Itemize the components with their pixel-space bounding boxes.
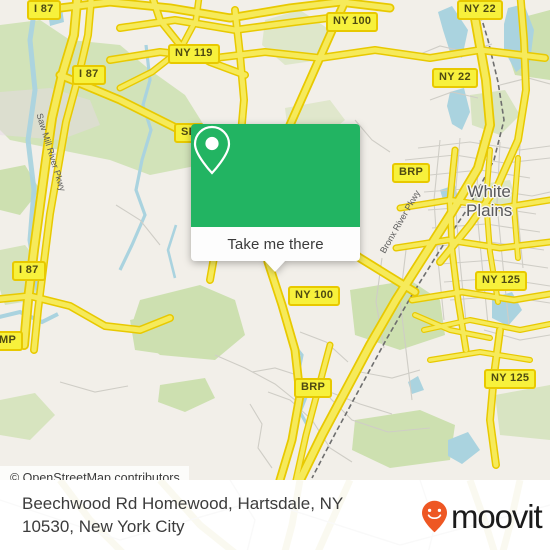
place-label-line2: Plains bbox=[466, 201, 513, 220]
road-shield-ny125-upper[interactable]: NY 125 bbox=[475, 271, 528, 291]
take-me-there-label: Take me there bbox=[227, 235, 324, 253]
road-shield-edge-left[interactable]: MP bbox=[0, 331, 24, 351]
address-text: Beechwood Rd Homewood, Hartsdale, NY 105… bbox=[22, 494, 343, 536]
moovit-logo[interactable]: moovit bbox=[421, 498, 543, 535]
map-pin-icon bbox=[193, 125, 231, 175]
map-canvas[interactable]: Bronx River Pkwy Saw Mill River Pkwy Whi… bbox=[0, 0, 550, 480]
moovit-pin-icon bbox=[422, 500, 447, 533]
place-label-white-plains: White Plains bbox=[466, 182, 512, 220]
road-shield-brp-lower[interactable]: BRP bbox=[294, 378, 333, 398]
callout-header bbox=[191, 124, 360, 227]
road-shield-i87-mid[interactable]: I 87 bbox=[72, 65, 106, 85]
road-shield-ny125-lower[interactable]: NY 125 bbox=[484, 369, 537, 389]
road-shield-i87-top[interactable]: I 87 bbox=[27, 0, 61, 20]
road-shield-brp-upper[interactable]: BRP bbox=[392, 163, 431, 183]
moovit-wordmark: moovit bbox=[451, 498, 543, 535]
road-shield-ny100-top[interactable]: NY 100 bbox=[326, 12, 379, 32]
destination-callout[interactable]: Take me there bbox=[191, 124, 360, 272]
moovit-map-screenshot: Bronx River Pkwy Saw Mill River Pkwy Whi… bbox=[0, 0, 550, 550]
callout-tail bbox=[264, 260, 286, 272]
road-shield-i87-lower[interactable]: I 87 bbox=[12, 261, 46, 281]
road-shield-ny100-mid[interactable]: NY 100 bbox=[288, 286, 341, 306]
road-shield-ny22-mid[interactable]: NY 22 bbox=[432, 68, 478, 88]
road-shield-ny22-top[interactable]: NY 22 bbox=[457, 0, 503, 20]
osm-attribution[interactable]: © OpenStreetMap contributors bbox=[0, 466, 189, 480]
callout-footer[interactable]: Take me there bbox=[191, 227, 360, 272]
road-shield-ny119[interactable]: NY 119 bbox=[168, 44, 220, 64]
place-label-line1: White bbox=[467, 182, 511, 201]
